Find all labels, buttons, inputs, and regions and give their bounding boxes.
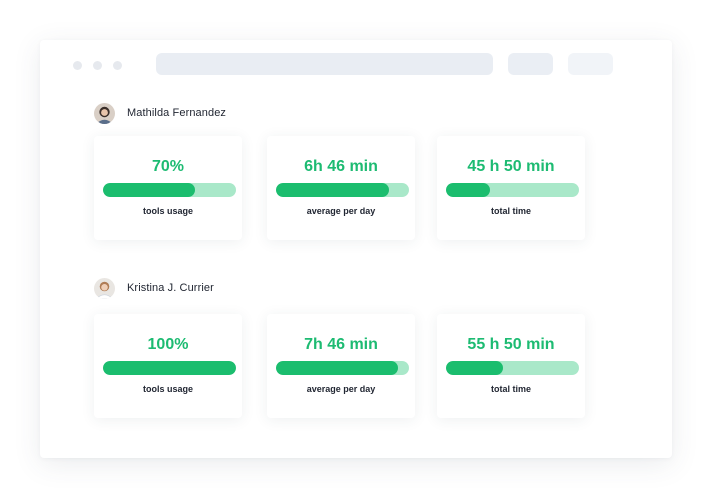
progress-fill (276, 361, 399, 375)
window-control-dot[interactable] (73, 61, 82, 70)
toolbar-button[interactable] (508, 53, 553, 75)
stat-card: 55 h 50 min total time (437, 314, 585, 418)
stat-value: 55 h 50 min (467, 336, 555, 353)
stat-card: 100% tools usage (94, 314, 242, 418)
progress-fill (446, 183, 490, 197)
user-header: Mathilda Fernandez (94, 101, 226, 125)
progress-bar (276, 361, 409, 375)
person-avatar-icon (94, 277, 115, 299)
progress-bar (103, 361, 236, 375)
avatar (94, 102, 115, 124)
stat-label: tools usage (142, 206, 193, 216)
progress-fill (276, 183, 390, 197)
stat-label: tools usage (142, 384, 193, 394)
user-name: Kristina J. Currier (127, 282, 214, 294)
stat-value: 6h 46 min (304, 158, 378, 175)
progress-fill (446, 361, 504, 375)
address-bar[interactable] (156, 53, 493, 75)
window-control-dot[interactable] (113, 61, 122, 70)
stat-card: 45 h 50 min total time (437, 136, 585, 240)
stat-card: 6h 46 min average per day (267, 136, 415, 240)
stat-value: 70% (151, 158, 185, 175)
toolbar-button[interactable] (568, 53, 613, 75)
progress-fill (103, 361, 236, 375)
avatar (94, 277, 115, 299)
user-name: Mathilda Fernandez (127, 107, 227, 119)
stat-card: 7h 46 min average per day (267, 314, 415, 418)
progress-bar (446, 183, 579, 197)
progress-bar (276, 183, 409, 197)
progress-bar (446, 361, 579, 375)
stat-value: 100% (147, 336, 189, 353)
user-header: Kristina J. Currier (94, 276, 214, 300)
stat-card: 70% tools usage (94, 136, 242, 240)
person-avatar-icon (94, 102, 115, 124)
browser-window: Mathilda Fernandez 70% tools usage 6h 46… (40, 40, 672, 458)
stat-label: total time (490, 384, 531, 394)
stat-value: 45 h 50 min (467, 158, 555, 175)
stat-label: average per day (306, 206, 376, 216)
progress-fill (103, 183, 195, 197)
window-control-dot[interactable] (93, 61, 102, 70)
stat-value: 7h 46 min (304, 336, 378, 353)
stat-label: total time (490, 206, 531, 216)
stat-label: average per day (306, 384, 376, 394)
progress-bar (103, 183, 236, 197)
